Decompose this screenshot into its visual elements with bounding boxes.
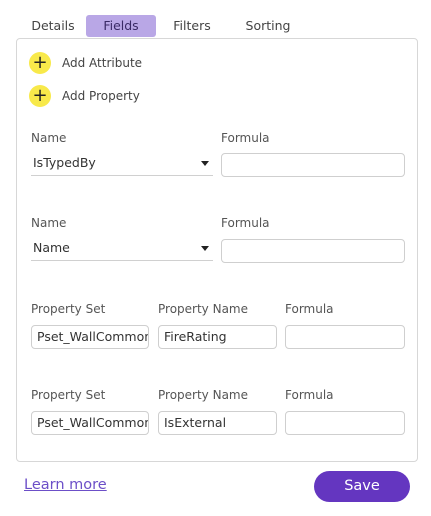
name-label: Name [31,131,67,145]
property-name-label: Property Name [158,388,248,402]
tab-fields[interactable]: Fields [86,15,156,37]
tab-bar: Details Fields Filters Sorting [20,15,308,37]
name-select-value: Name [33,240,70,255]
tab-filters[interactable]: Filters [156,15,228,37]
name-label: Name [31,216,67,230]
add-property-button[interactable]: + Add Property [29,85,140,107]
property-name-label: Property Name [158,302,248,316]
tab-details[interactable]: Details [20,15,86,37]
name-select[interactable]: IsTypedBy [31,152,213,176]
add-property-label: Add Property [62,89,140,103]
caret-down-icon [201,161,209,166]
formula-label: Formula [221,216,270,230]
plus-icon: + [29,52,51,74]
formula-input[interactable] [285,411,405,435]
property-set-label: Property Set [31,302,106,316]
formula-input[interactable] [221,153,405,177]
property-set-label: Property Set [31,388,106,402]
fields-panel: + Add Attribute + Add Property Name Form… [16,38,418,462]
formula-label: Formula [285,388,334,402]
add-attribute-label: Add Attribute [62,56,143,70]
plus-icon: + [29,85,51,107]
property-name-input[interactable]: FireRating [158,325,277,349]
caret-down-icon [201,246,209,251]
formula-input[interactable] [285,325,405,349]
add-attribute-button[interactable]: + Add Attribute [29,52,142,74]
save-button[interactable]: Save [314,471,410,502]
name-select[interactable]: Name [31,237,213,261]
name-select-value: IsTypedBy [33,155,96,170]
formula-label: Formula [221,131,270,145]
property-name-input[interactable]: IsExternal [158,411,277,435]
learn-more-link[interactable]: Learn more [24,477,107,493]
tab-sorting[interactable]: Sorting [228,15,308,37]
formula-label: Formula [285,302,334,316]
property-set-input[interactable]: Pset_WallCommon [31,411,149,435]
property-set-input[interactable]: Pset_WallCommon [31,325,149,349]
formula-input[interactable] [221,239,405,263]
